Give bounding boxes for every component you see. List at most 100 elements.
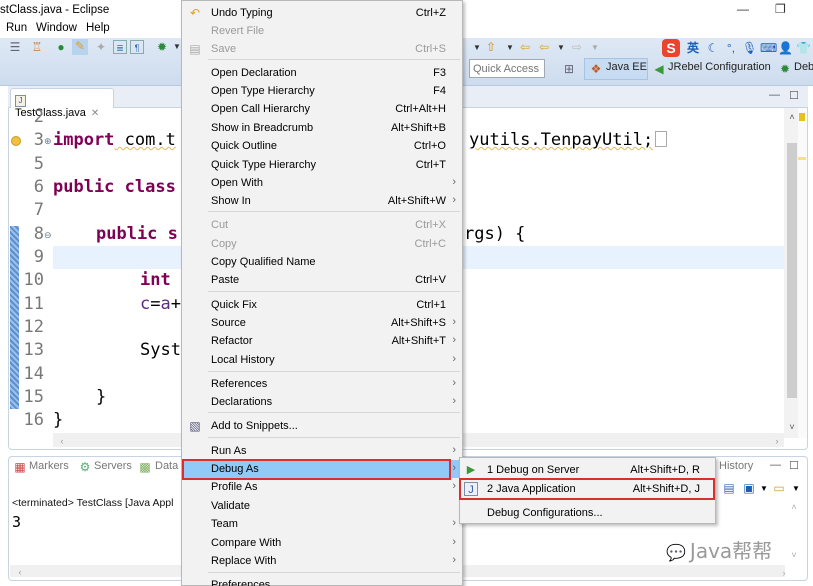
menu-item-team[interactable]: Team › <box>182 515 462 533</box>
menu-item-open-declaration[interactable]: Open Declaration F3 <box>182 64 462 82</box>
menu-item-preferences[interactable]: Preferences... <box>182 576 462 586</box>
tab-markers[interactable]: Markers <box>29 460 69 472</box>
menu-run[interactable]: Run <box>6 22 27 34</box>
menu-item-undo-typing[interactable]: ↶ Undo Typing Ctrl+Z <box>182 4 462 22</box>
code-line-6[interactable]: public class <box>53 177 176 197</box>
menu-item-paste[interactable]: Paste Ctrl+V <box>182 271 462 289</box>
forward-icon[interactable]: ⇨ <box>570 40 584 54</box>
toggle-breadcrumb-icon[interactable]: ♖ <box>30 40 44 54</box>
overview-warning-marker[interactable] <box>799 113 805 121</box>
code-line-8-right[interactable]: rgs) { <box>464 224 525 244</box>
back-icon[interactable]: ⇦ <box>537 40 551 54</box>
console-scroll-up-icon[interactable]: ˄ <box>787 500 801 514</box>
menu-item-add-to-snippets[interactable]: ▧ Add to Snippets... <box>182 417 462 435</box>
menu-item-save[interactable]: ▤ Save Ctrl+S <box>182 40 462 58</box>
menu-item-replace-with[interactable]: Replace With › <box>182 552 462 570</box>
menu-item-quick-type-hierarchy[interactable]: Quick Type Hierarchy Ctrl+T <box>182 156 462 174</box>
minimize-button[interactable]: — <box>737 2 749 16</box>
scroll-left-icon[interactable]: ‹ <box>55 434 69 448</box>
perspective-jrebel[interactable]: JRebel Configuration <box>668 61 771 73</box>
menu-item-open-with[interactable]: Open With › <box>182 174 462 192</box>
console-scroll-left-icon[interactable]: ‹ <box>13 565 27 579</box>
display-console-dropdown-icon[interactable]: ▼ <box>757 482 771 496</box>
menu-item-open-call-hierarchy[interactable]: Open Call Hierarchy Ctrl+Alt+H <box>182 100 462 118</box>
scroll-down-icon[interactable]: ˅ <box>785 420 799 434</box>
tab-data[interactable]: Data <box>155 460 178 472</box>
console-scroll-right-icon[interactable]: › <box>777 566 791 580</box>
code-line-11[interactable]: c=a+ <box>140 294 181 314</box>
close-tab-icon[interactable]: ✕ <box>91 108 99 119</box>
sogou-logo-icon[interactable]: S <box>662 39 680 57</box>
console-scroll-down-icon[interactable]: ˅ <box>787 548 801 562</box>
menu-item-validate[interactable]: Validate <box>182 497 462 515</box>
menu-window[interactable]: Window <box>36 22 77 34</box>
menu-item-refactor[interactable]: Refactor Alt+Shift+T › <box>182 332 462 350</box>
next-edit-icon[interactable]: ⇧ <box>484 40 498 54</box>
code-line-16[interactable]: } <box>53 410 63 430</box>
show-whitespace-icon[interactable]: ¶ <box>130 40 144 54</box>
overview-marker[interactable] <box>798 157 806 160</box>
menu-item-quick-fix[interactable]: Quick Fix Ctrl+1 <box>182 296 462 314</box>
keyboard-icon[interactable]: ⌨ <box>760 41 777 55</box>
perspective-debug[interactable]: Deb <box>794 61 813 73</box>
menu-item-copy[interactable]: Copy Ctrl+C <box>182 235 462 253</box>
quick-access-input[interactable] <box>469 59 545 78</box>
dropdown-icon[interactable]: ▼ <box>503 41 517 55</box>
highlight-icon[interactable]: ✎ <box>72 39 88 55</box>
moon-icon[interactable]: ☾ <box>706 41 720 55</box>
menu-item-show-in[interactable]: Show In Alt+Shift+W › <box>182 192 462 210</box>
scroll-up-icon[interactable]: ˄ <box>785 110 799 124</box>
next-annotation-icon[interactable]: ● <box>54 40 68 54</box>
search-tool-icon[interactable]: ✦ <box>94 40 108 54</box>
microphone-icon[interactable]: 🎙 <box>742 41 757 55</box>
menu-item-show-in-breadcrumb[interactable]: Show in Breadcrumb Alt+Shift+B <box>182 119 462 137</box>
console-output[interactable]: 3 <box>12 513 21 531</box>
debug-icon[interactable]: ✹ <box>155 40 169 54</box>
back-dropdown-icon[interactable]: ▼ <box>554 41 568 55</box>
menu-item-compare-with[interactable]: Compare With › <box>182 534 462 552</box>
menu-item-debug-configurations[interactable]: Debug Configurations... <box>460 503 715 523</box>
forward-dropdown-icon[interactable]: ▼ <box>588 41 602 55</box>
pin-console-icon[interactable]: ▤ <box>722 481 736 495</box>
code-line-3[interactable]: import com.t <box>53 130 176 150</box>
toggle-mark-occurrences-icon[interactable]: ☰ <box>8 40 22 54</box>
block-selection-icon[interactable]: ≣ <box>113 40 127 54</box>
tab-history[interactable]: History <box>719 460 753 472</box>
perspective-java-ee-label[interactable]: Java EE <box>606 61 647 73</box>
code-line-13[interactable]: Syst <box>140 340 181 360</box>
user-icon[interactable]: 👤 <box>778 41 793 55</box>
open-perspective-icon[interactable]: ⊞ <box>562 62 576 76</box>
menu-item-copy-qualified-name[interactable]: Copy Qualified Name <box>182 253 462 271</box>
open-console-dropdown-icon[interactable]: ▼ <box>789 482 803 496</box>
menu-item-quick-outline[interactable]: Quick Outline Ctrl+O <box>182 137 462 155</box>
menu-item-profile-as[interactable]: Profile As › <box>182 478 462 496</box>
maximize-panel-icon[interactable]: ☐ <box>789 459 799 472</box>
tab-servers[interactable]: Servers <box>94 460 132 472</box>
code-line-10[interactable]: int <box>140 270 171 290</box>
last-edit-location-icon[interactable]: ⇦ <box>518 40 532 54</box>
open-console-icon[interactable]: ▭ <box>772 481 786 495</box>
menu-item-declarations[interactable]: Declarations › <box>182 393 462 411</box>
menu-item-open-type-hierarchy[interactable]: Open Type Hierarchy F4 <box>182 82 462 100</box>
code-line-15[interactable]: } <box>96 387 106 407</box>
punctuation-icon[interactable]: °, <box>724 41 738 55</box>
menu-item-run-as[interactable]: Run As › <box>182 442 462 460</box>
menu-item-debug-on-server[interactable]: ▶ 1 Debug on Server Alt+Shift+D, R <box>460 460 715 480</box>
code-line-3-right[interactable]: yutils.TenpayUtil; <box>469 130 668 150</box>
expand-fold-icon[interactable]: ⊕ <box>44 136 52 147</box>
tab-testclass-java[interactable]: JTestClass.java ✕ <box>10 88 114 119</box>
ime-language-toggle[interactable]: 英 <box>686 41 700 55</box>
skin-icon[interactable]: 👕 <box>796 41 811 55</box>
minimize-editor-icon[interactable]: — <box>769 89 780 101</box>
scroll-right-icon[interactable]: › <box>770 434 784 448</box>
menu-item-cut[interactable]: Cut Ctrl+X <box>182 216 462 234</box>
code-line-8[interactable]: public s <box>96 224 178 244</box>
maximize-editor-icon[interactable]: ☐ <box>789 89 799 102</box>
minimize-panel-icon[interactable]: — <box>770 459 781 471</box>
menu-item-local-history[interactable]: Local History › <box>182 351 462 369</box>
editor-scroll-thumb[interactable] <box>787 143 797 398</box>
menu-help[interactable]: Help <box>86 22 110 34</box>
collapsed-imports-icon[interactable] <box>655 131 668 147</box>
dropdown-icon[interactable]: ▼ <box>470 41 484 55</box>
menu-item-references[interactable]: References › <box>182 375 462 393</box>
